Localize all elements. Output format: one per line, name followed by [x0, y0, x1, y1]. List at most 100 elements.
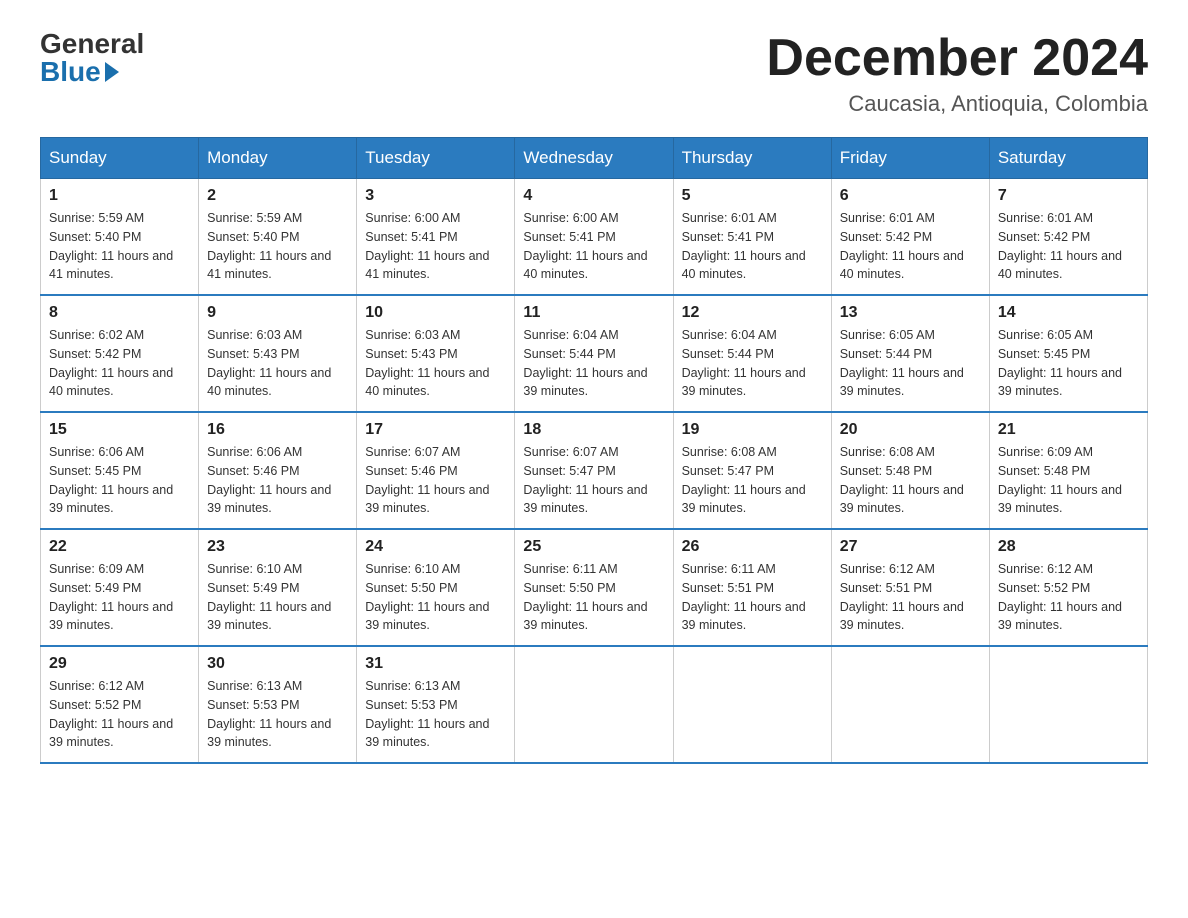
logo-general-text: General: [40, 30, 144, 58]
sunset-label: Sunset: 5:41 PM: [682, 230, 774, 244]
calendar-header-sunday: Sunday: [41, 138, 199, 179]
sunset-label: Sunset: 5:41 PM: [523, 230, 615, 244]
sunrise-label: Sunrise: 6:09 AM: [49, 562, 144, 576]
daylight-label: Daylight: 11 hours and 39 minutes.: [523, 366, 647, 399]
day-number: 21: [998, 421, 1139, 439]
calendar-cell: 4 Sunrise: 6:00 AM Sunset: 5:41 PM Dayli…: [515, 179, 673, 296]
daylight-label: Daylight: 11 hours and 39 minutes.: [998, 483, 1122, 516]
daylight-label: Daylight: 11 hours and 40 minutes.: [840, 249, 964, 282]
sunset-label: Sunset: 5:46 PM: [365, 464, 457, 478]
calendar-cell: 16 Sunrise: 6:06 AM Sunset: 5:46 PM Dayl…: [199, 412, 357, 529]
sunset-label: Sunset: 5:50 PM: [365, 581, 457, 595]
day-number: 1: [49, 187, 190, 205]
calendar-header-tuesday: Tuesday: [357, 138, 515, 179]
sunset-label: Sunset: 5:40 PM: [49, 230, 141, 244]
day-number: 12: [682, 304, 823, 322]
daylight-label: Daylight: 11 hours and 39 minutes.: [207, 717, 331, 750]
day-number: 11: [523, 304, 664, 322]
day-info: Sunrise: 6:12 AM Sunset: 5:52 PM Dayligh…: [49, 677, 190, 752]
calendar-cell: 19 Sunrise: 6:08 AM Sunset: 5:47 PM Dayl…: [673, 412, 831, 529]
calendar-cell: 30 Sunrise: 6:13 AM Sunset: 5:53 PM Dayl…: [199, 646, 357, 763]
sunset-label: Sunset: 5:50 PM: [523, 581, 615, 595]
calendar-cell: 11 Sunrise: 6:04 AM Sunset: 5:44 PM Dayl…: [515, 295, 673, 412]
day-info: Sunrise: 6:12 AM Sunset: 5:51 PM Dayligh…: [840, 560, 981, 635]
sunset-label: Sunset: 5:44 PM: [523, 347, 615, 361]
daylight-label: Daylight: 11 hours and 40 minutes.: [49, 366, 173, 399]
calendar-cell: [673, 646, 831, 763]
calendar-cell: 20 Sunrise: 6:08 AM Sunset: 5:48 PM Dayl…: [831, 412, 989, 529]
calendar-cell: 12 Sunrise: 6:04 AM Sunset: 5:44 PM Dayl…: [673, 295, 831, 412]
day-info: Sunrise: 6:05 AM Sunset: 5:45 PM Dayligh…: [998, 326, 1139, 401]
calendar-cell: 24 Sunrise: 6:10 AM Sunset: 5:50 PM Dayl…: [357, 529, 515, 646]
sunrise-label: Sunrise: 5:59 AM: [49, 211, 144, 225]
day-info: Sunrise: 6:13 AM Sunset: 5:53 PM Dayligh…: [365, 677, 506, 752]
day-number: 16: [207, 421, 348, 439]
sunrise-label: Sunrise: 6:08 AM: [840, 445, 935, 459]
sunset-label: Sunset: 5:42 PM: [840, 230, 932, 244]
daylight-label: Daylight: 11 hours and 39 minutes.: [49, 717, 173, 750]
sunset-label: Sunset: 5:53 PM: [365, 698, 457, 712]
day-number: 13: [840, 304, 981, 322]
daylight-label: Daylight: 11 hours and 39 minutes.: [840, 366, 964, 399]
sunrise-label: Sunrise: 5:59 AM: [207, 211, 302, 225]
daylight-label: Daylight: 11 hours and 39 minutes.: [49, 483, 173, 516]
daylight-label: Daylight: 11 hours and 39 minutes.: [207, 600, 331, 633]
month-title: December 2024: [766, 30, 1148, 87]
sunrise-label: Sunrise: 6:12 AM: [49, 679, 144, 693]
sunset-label: Sunset: 5:46 PM: [207, 464, 299, 478]
day-number: 29: [49, 655, 190, 673]
calendar-cell: 15 Sunrise: 6:06 AM Sunset: 5:45 PM Dayl…: [41, 412, 199, 529]
day-number: 26: [682, 538, 823, 556]
calendar-cell: 2 Sunrise: 5:59 AM Sunset: 5:40 PM Dayli…: [199, 179, 357, 296]
sunset-label: Sunset: 5:41 PM: [365, 230, 457, 244]
calendar-cell: 6 Sunrise: 6:01 AM Sunset: 5:42 PM Dayli…: [831, 179, 989, 296]
day-number: 10: [365, 304, 506, 322]
day-info: Sunrise: 6:03 AM Sunset: 5:43 PM Dayligh…: [365, 326, 506, 401]
calendar-header-friday: Friday: [831, 138, 989, 179]
sunrise-label: Sunrise: 6:02 AM: [49, 328, 144, 342]
sunrise-label: Sunrise: 6:00 AM: [523, 211, 618, 225]
calendar-cell: 9 Sunrise: 6:03 AM Sunset: 5:43 PM Dayli…: [199, 295, 357, 412]
calendar-cell: 28 Sunrise: 6:12 AM Sunset: 5:52 PM Dayl…: [989, 529, 1147, 646]
sunrise-label: Sunrise: 6:07 AM: [523, 445, 618, 459]
day-number: 5: [682, 187, 823, 205]
calendar-cell: 14 Sunrise: 6:05 AM Sunset: 5:45 PM Dayl…: [989, 295, 1147, 412]
calendar-cell: 27 Sunrise: 6:12 AM Sunset: 5:51 PM Dayl…: [831, 529, 989, 646]
calendar-cell: 18 Sunrise: 6:07 AM Sunset: 5:47 PM Dayl…: [515, 412, 673, 529]
day-number: 23: [207, 538, 348, 556]
day-number: 17: [365, 421, 506, 439]
daylight-label: Daylight: 11 hours and 39 minutes.: [998, 366, 1122, 399]
sunset-label: Sunset: 5:53 PM: [207, 698, 299, 712]
day-info: Sunrise: 6:11 AM Sunset: 5:50 PM Dayligh…: [523, 560, 664, 635]
day-info: Sunrise: 6:08 AM Sunset: 5:48 PM Dayligh…: [840, 443, 981, 518]
day-info: Sunrise: 6:06 AM Sunset: 5:46 PM Dayligh…: [207, 443, 348, 518]
day-number: 4: [523, 187, 664, 205]
calendar-cell: [989, 646, 1147, 763]
daylight-label: Daylight: 11 hours and 39 minutes.: [207, 483, 331, 516]
calendar-header-row: SundayMondayTuesdayWednesdayThursdayFrid…: [41, 138, 1148, 179]
day-number: 31: [365, 655, 506, 673]
day-number: 19: [682, 421, 823, 439]
calendar-cell: 13 Sunrise: 6:05 AM Sunset: 5:44 PM Dayl…: [831, 295, 989, 412]
calendar-cell: 17 Sunrise: 6:07 AM Sunset: 5:46 PM Dayl…: [357, 412, 515, 529]
day-info: Sunrise: 6:09 AM Sunset: 5:48 PM Dayligh…: [998, 443, 1139, 518]
daylight-label: Daylight: 11 hours and 39 minutes.: [365, 483, 489, 516]
day-number: 24: [365, 538, 506, 556]
calendar-cell: 26 Sunrise: 6:11 AM Sunset: 5:51 PM Dayl…: [673, 529, 831, 646]
daylight-label: Daylight: 11 hours and 39 minutes.: [682, 366, 806, 399]
sunset-label: Sunset: 5:48 PM: [998, 464, 1090, 478]
sunrise-label: Sunrise: 6:03 AM: [207, 328, 302, 342]
daylight-label: Daylight: 11 hours and 39 minutes.: [840, 600, 964, 633]
sunset-label: Sunset: 5:49 PM: [49, 581, 141, 595]
sunset-label: Sunset: 5:52 PM: [998, 581, 1090, 595]
day-info: Sunrise: 6:07 AM Sunset: 5:46 PM Dayligh…: [365, 443, 506, 518]
calendar-cell: 5 Sunrise: 6:01 AM Sunset: 5:41 PM Dayli…: [673, 179, 831, 296]
day-info: Sunrise: 6:13 AM Sunset: 5:53 PM Dayligh…: [207, 677, 348, 752]
day-number: 18: [523, 421, 664, 439]
day-info: Sunrise: 6:10 AM Sunset: 5:50 PM Dayligh…: [365, 560, 506, 635]
calendar-header-thursday: Thursday: [673, 138, 831, 179]
day-info: Sunrise: 6:03 AM Sunset: 5:43 PM Dayligh…: [207, 326, 348, 401]
day-number: 6: [840, 187, 981, 205]
sunset-label: Sunset: 5:52 PM: [49, 698, 141, 712]
daylight-label: Daylight: 11 hours and 39 minutes.: [682, 483, 806, 516]
